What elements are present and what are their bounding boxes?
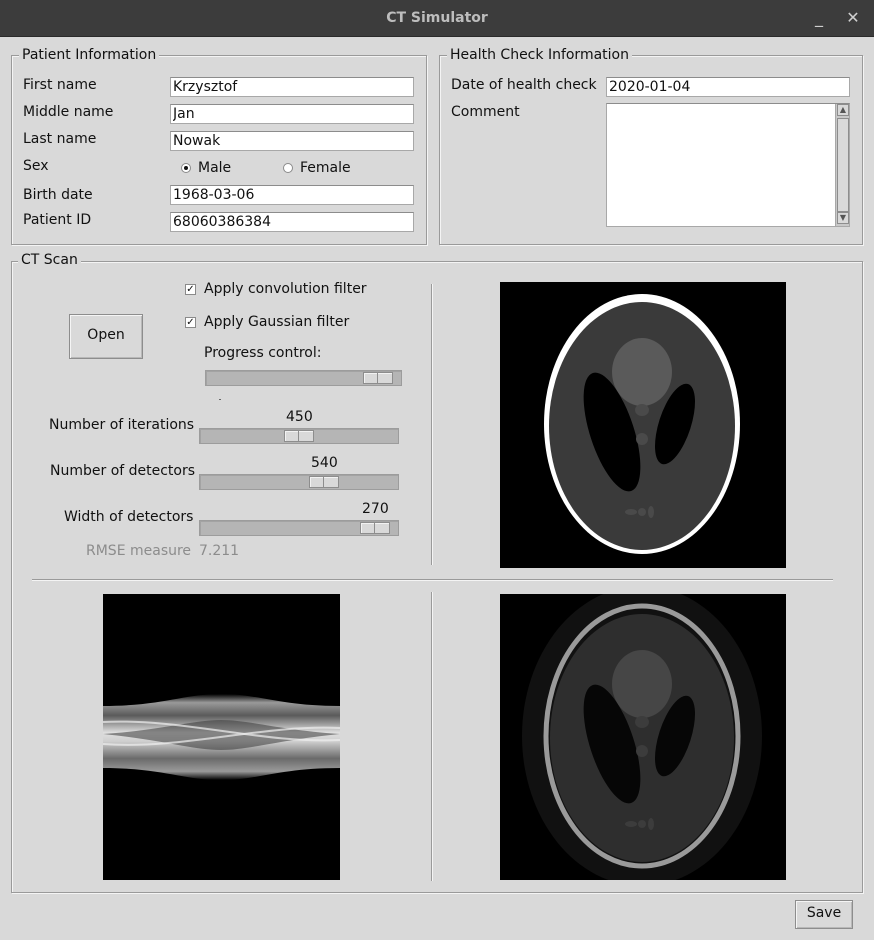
title-bar: CT Simulator _ ✕ [0, 0, 874, 37]
progress-slider[interactable] [205, 370, 402, 386]
detectors-label: Number of detectors [50, 463, 196, 479]
patient-id-label: Patient ID [23, 212, 92, 228]
sinogram-image [103, 594, 340, 880]
horizontal-separator [32, 579, 833, 580]
width-slider-thumb[interactable] [360, 522, 390, 534]
sex-label: Sex [23, 158, 49, 174]
progress-tick [219, 399, 221, 400]
reconstructed-image [500, 594, 786, 880]
detectors-slider[interactable] [199, 474, 399, 490]
rmse-label: RMSE measure [86, 543, 192, 559]
iterations-slider[interactable] [199, 428, 399, 444]
sex-male-radio[interactable] [181, 163, 191, 173]
gaussian-checkbox[interactable]: ✓ [185, 317, 196, 328]
birth-date-label: Birth date [23, 187, 93, 203]
sinogram-graphic [103, 694, 340, 780]
detectors-slider-thumb[interactable] [309, 476, 339, 488]
convolution-checkbox[interactable]: ✓ [185, 284, 196, 295]
rmse-value: 7.211 [199, 543, 240, 559]
close-icon[interactable]: ✕ [843, 8, 863, 27]
patient-id-field[interactable] [170, 212, 414, 232]
width-value: 270 [362, 501, 389, 517]
last-name-field[interactable] [170, 131, 414, 151]
gaussian-label[interactable]: Apply Gaussian filter [204, 314, 349, 330]
width-label: Width of detectors [64, 509, 194, 525]
phantom-graphic [544, 294, 740, 554]
middle-name-label: Middle name [23, 104, 114, 120]
comment-label: Comment [451, 104, 520, 120]
health-date-label: Date of health check [451, 77, 597, 93]
ct-scan-legend: CT Scan [18, 252, 81, 268]
health-date-field[interactable] [606, 77, 850, 97]
width-slider[interactable] [199, 520, 399, 536]
reconstruction-graphic [522, 594, 762, 880]
original-image [500, 282, 786, 568]
open-button[interactable]: Open [69, 314, 143, 359]
iterations-label: Number of iterations [49, 417, 195, 433]
save-button[interactable]: Save [795, 900, 853, 929]
sex-female-label[interactable]: Female [300, 160, 351, 176]
patient-info-legend: Patient Information [19, 47, 160, 63]
scroll-down-icon[interactable]: ▼ [837, 212, 849, 224]
scroll-up-icon[interactable]: ▲ [837, 104, 849, 116]
detectors-value: 540 [311, 455, 338, 471]
iterations-value: 450 [286, 409, 313, 425]
first-name-field[interactable] [170, 77, 414, 97]
progress-label: Progress control: [204, 345, 322, 361]
middle-name-field[interactable] [170, 104, 414, 124]
first-name-label: First name [23, 77, 97, 93]
birth-date-field[interactable] [170, 185, 414, 205]
health-check-legend: Health Check Information [447, 47, 632, 63]
scroll-thumb[interactable] [837, 118, 849, 212]
comment-scrollbar[interactable]: ▲ ▼ [835, 104, 849, 226]
window-title: CT Simulator [386, 10, 488, 26]
comment-textarea[interactable] [606, 103, 850, 227]
convolution-label[interactable]: Apply convolution filter [204, 281, 367, 297]
sex-female-radio[interactable] [283, 163, 293, 173]
iterations-slider-thumb[interactable] [284, 430, 314, 442]
progress-slider-thumb[interactable] [363, 372, 393, 384]
vertical-separator-top [431, 284, 432, 565]
minimize-icon[interactable]: _ [809, 8, 829, 27]
sex-male-label[interactable]: Male [198, 160, 231, 176]
vertical-separator-bottom [431, 592, 432, 881]
last-name-label: Last name [23, 131, 97, 147]
